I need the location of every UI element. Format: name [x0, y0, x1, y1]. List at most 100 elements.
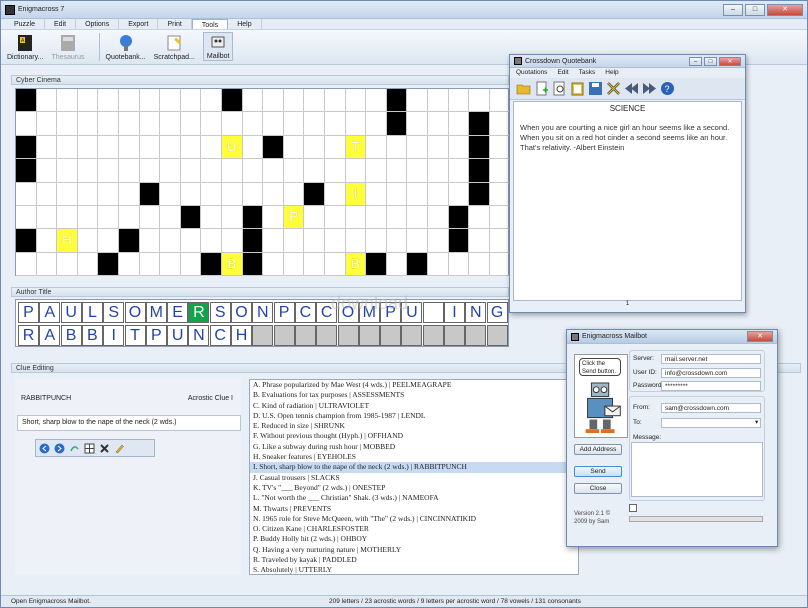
- grid-cell[interactable]: [98, 159, 119, 183]
- grid-cell[interactable]: [428, 229, 449, 253]
- grid-cell[interactable]: [304, 206, 325, 230]
- grid-cell[interactable]: [304, 229, 325, 253]
- grid-cell[interactable]: [119, 159, 140, 183]
- letter-tile[interactable]: [465, 325, 487, 346]
- grid-cell[interactable]: [36, 252, 58, 277]
- grid-cell[interactable]: [304, 89, 325, 113]
- grid-cell[interactable]: [263, 182, 284, 206]
- grid-cell[interactable]: [263, 112, 284, 136]
- letter-tile[interactable]: E: [167, 302, 189, 323]
- grid-cell[interactable]: [366, 112, 387, 136]
- menu-puzzle[interactable]: Puzzle: [5, 19, 46, 29]
- grid-cell[interactable]: [345, 159, 367, 183]
- grid-cell[interactable]: [98, 112, 119, 136]
- menu-export[interactable]: Export: [119, 19, 159, 29]
- letter-tile[interactable]: [273, 325, 295, 346]
- grid-cell[interactable]: [489, 229, 511, 253]
- grid-cell[interactable]: [345, 229, 367, 253]
- grid-cell[interactable]: [119, 252, 140, 277]
- grid-cell[interactable]: [36, 89, 58, 113]
- grid-cell-black[interactable]: [222, 89, 243, 113]
- grid-cell[interactable]: [36, 135, 58, 160]
- find-icon[interactable]: [552, 81, 567, 96]
- letter-tile[interactable]: N: [188, 325, 210, 346]
- grid-cell[interactable]: [283, 182, 305, 206]
- thesaurus-button[interactable]: Thesaurus: [51, 34, 85, 61]
- grid-cell[interactable]: [180, 159, 202, 183]
- clue-list-item[interactable]: J. Casual trousers | SLACKS: [250, 473, 578, 483]
- grid-cell[interactable]: [366, 182, 387, 206]
- grid-cell[interactable]: [325, 159, 346, 183]
- mailbot-button[interactable]: Mailbot: [202, 32, 234, 61]
- grid-cell[interactable]: [16, 206, 37, 230]
- save-icon[interactable]: [588, 81, 603, 96]
- option-checkbox[interactable]: [629, 504, 637, 512]
- message-textarea[interactable]: [631, 442, 763, 497]
- grid-cell[interactable]: [489, 252, 511, 277]
- grid-cell[interactable]: [139, 252, 161, 277]
- clue-list-item[interactable]: D. U.S. Open tennis champion from 1985-1…: [250, 411, 578, 421]
- letter-tile[interactable]: [444, 325, 465, 346]
- grid-cell[interactable]: [407, 182, 428, 206]
- letter-tile[interactable]: P: [145, 325, 167, 346]
- menu-help[interactable]: Help: [228, 19, 262, 29]
- clue-list-item[interactable]: F. Without previous thought (Hyph.) | OF…: [250, 431, 578, 441]
- grid-cell[interactable]: [57, 112, 78, 136]
- grid-cell[interactable]: [407, 159, 428, 183]
- letter-tile[interactable]: [401, 325, 423, 346]
- grid-cell[interactable]: [366, 206, 387, 230]
- grid-cell[interactable]: [345, 89, 367, 113]
- grid-cell[interactable]: [160, 229, 181, 253]
- pencil-icon[interactable]: [114, 443, 125, 454]
- letter-tile[interactable]: [252, 325, 274, 346]
- letter-tile[interactable]: S: [209, 302, 231, 323]
- grid-cell[interactable]: [160, 135, 181, 160]
- grid-cell-highlighted[interactable]: I: [345, 182, 367, 206]
- menu-options[interactable]: Options: [76, 19, 120, 29]
- grid-cell[interactable]: [119, 89, 140, 113]
- grid-cell[interactable]: [77, 206, 99, 230]
- grid-cell[interactable]: [325, 182, 346, 206]
- quotebank-close-button[interactable]: ✕: [719, 56, 741, 66]
- forward-icon[interactable]: [54, 443, 65, 454]
- grid-cell[interactable]: [428, 182, 449, 206]
- letter-tile[interactable]: A: [39, 325, 61, 346]
- crossword-grid[interactable]: U TI P H B B: [15, 88, 511, 277]
- grid-cell[interactable]: [98, 135, 119, 160]
- letter-tile[interactable]: [422, 325, 444, 346]
- grid-cell-black[interactable]: [407, 252, 428, 277]
- clue-list-item[interactable]: R. Traveled by kayak | PADDLED: [250, 555, 578, 565]
- clue-list-item[interactable]: G. Like a subway during rush hour | MOBB…: [250, 442, 578, 452]
- grid-cell[interactable]: [119, 135, 140, 160]
- grid-cell[interactable]: [160, 252, 181, 277]
- grid-icon[interactable]: [84, 443, 95, 454]
- grid-cell-black[interactable]: [139, 182, 161, 206]
- grid-cell[interactable]: [366, 135, 387, 160]
- grid-cell[interactable]: [57, 182, 78, 206]
- grid-cell[interactable]: [98, 206, 119, 230]
- grid-cell-black[interactable]: [16, 229, 37, 253]
- grid-cell[interactable]: [222, 112, 243, 136]
- grid-cell[interactable]: [489, 206, 511, 230]
- letter-tile[interactable]: H: [231, 325, 252, 346]
- grid-cell[interactable]: [489, 112, 511, 136]
- clue-text-field[interactable]: Short, sharp blow to the nape of the nec…: [17, 415, 241, 431]
- grid-cell[interactable]: [242, 112, 264, 136]
- letter-tile[interactable]: N: [465, 302, 487, 323]
- grid-cell-black[interactable]: [16, 135, 37, 160]
- grid-cell[interactable]: [386, 229, 408, 253]
- next-icon[interactable]: [642, 81, 657, 96]
- clue-list-item[interactable]: E. Reduced in size | SHRUNK: [250, 421, 578, 431]
- grid-cell[interactable]: [222, 159, 243, 183]
- grid-cell[interactable]: [57, 135, 78, 160]
- grid-cell[interactable]: [386, 206, 408, 230]
- grid-cell[interactable]: [180, 252, 202, 277]
- grid-cell[interactable]: [180, 89, 202, 113]
- clue-list-item[interactable]: M. Thwarts | PREVENTS: [250, 504, 578, 514]
- grid-cell[interactable]: [489, 135, 511, 160]
- grid-cell[interactable]: [428, 206, 449, 230]
- qb-menu-quotations[interactable]: Quotations: [516, 68, 547, 78]
- grid-cell[interactable]: [489, 159, 511, 183]
- grid-cell[interactable]: [283, 89, 305, 113]
- grid-cell-black[interactable]: [16, 159, 37, 183]
